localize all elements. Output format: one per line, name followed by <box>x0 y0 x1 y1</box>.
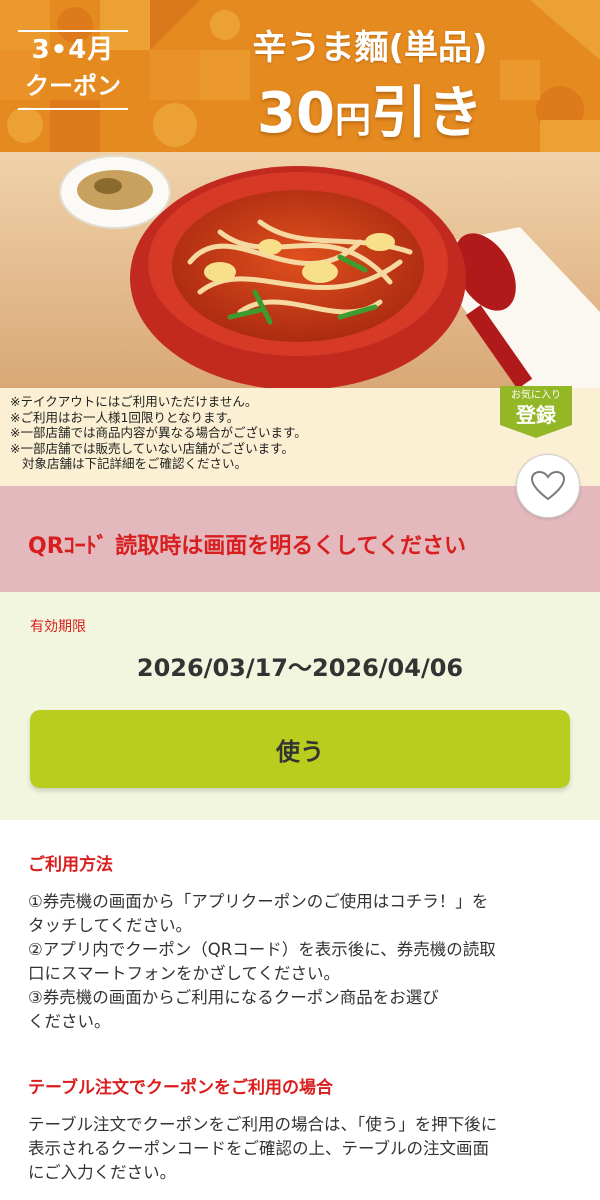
coupon-banner: 3•4月 クーポン 辛うま麵(単品) 30円引き <box>0 0 600 152</box>
period-coupon-label: クーポン <box>25 72 121 100</box>
qr-brightness-notice: QRｺｰﾄﾞ 読取時は画面を明るくしてください <box>28 534 466 559</box>
product-title: 辛うま麵(単品) <box>252 28 488 68</box>
table-order-line: テーブル注文でクーポンをご利用の場合は、「使う」を押下後に <box>28 1115 498 1134</box>
validity-label: 有効期限 <box>30 619 86 635</box>
usage-step-line: ②アプリ内でクーポン（QRコード）を表示後に、券売機の読取 <box>28 940 496 959</box>
table-order-line: にご入力ください。 <box>28 1163 177 1182</box>
table-order-heading: テーブル注文でクーポンをご利用の場合 <box>28 1078 333 1098</box>
usage-steps: ①券売機の画面から「アプリクーポンのご使用はコチラ！」を タッチしてください。 … <box>28 890 573 1034</box>
note-not-sold: ※一部店舗では販売していない店舗がございます。 <box>10 440 294 456</box>
discount-suffix: 引き <box>370 81 483 146</box>
usage-heading: ご利用方法 <box>28 855 113 875</box>
discount-currency: 円 <box>334 100 371 141</box>
coupon-period-badge: 3•4月 クーポン <box>18 30 128 110</box>
discount-text: 30円引き <box>210 82 530 152</box>
note-content-differs: ※一部店舗では商品内容が異なる場合がございます。 <box>10 425 307 440</box>
heart-icon <box>531 471 565 501</box>
usage-step-line: ①券売機の画面から「アプリクーポンのご使用はコチラ！」を <box>28 892 489 911</box>
discount-amount: 30 <box>257 81 335 146</box>
usage-step-line: ③券売機の画面からご利用になるクーポン商品をお選び <box>28 988 439 1007</box>
noodle-bowl-illustration <box>0 152 600 388</box>
usage-step-line: タッチしてください。 <box>28 916 193 935</box>
table-order-text: テーブル注文でクーポンをご利用の場合は、「使う」を押下後に 表示されるクーポンコ… <box>28 1113 573 1185</box>
period-months: 3•4月 <box>31 35 115 65</box>
validity-dates: 2026/03/17～2026/04/06 <box>136 654 464 682</box>
usage-step-line: 口にスマートフォンをかざしてください。 <box>28 964 341 983</box>
favorite-badge-top: お気に入り <box>511 390 561 401</box>
favorite-button[interactable] <box>516 454 580 518</box>
use-coupon-button[interactable]: 使う <box>30 710 570 788</box>
table-order-line: 表示されるクーポンコードをご確認の上、テーブルの注文画面 <box>28 1139 490 1158</box>
usage-step-line: ください。 <box>28 1012 111 1031</box>
note-check-stores: 対象店舗は下記詳細をご確認ください。 <box>22 456 248 471</box>
product-photo <box>0 152 600 388</box>
favorite-badge-main: 登録 <box>516 403 556 427</box>
